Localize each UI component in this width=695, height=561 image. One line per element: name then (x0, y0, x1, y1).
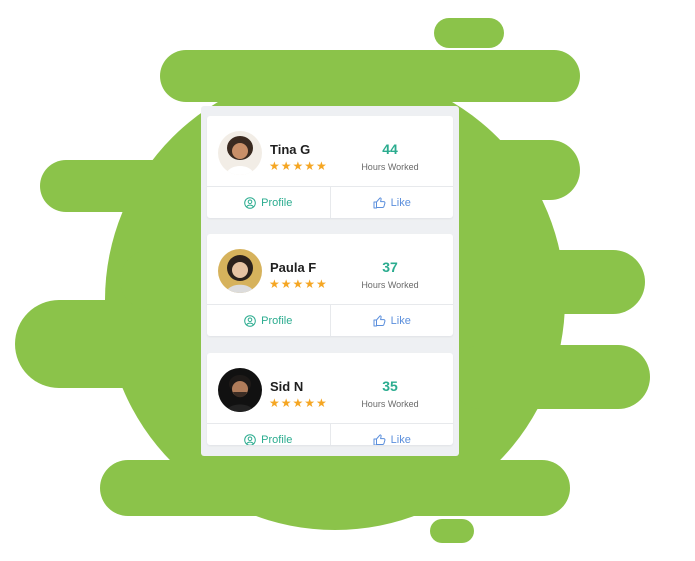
rating-stars: ★★★★★ (269, 159, 328, 173)
hours-worked-value: 44 (382, 141, 398, 157)
hours-worked-label: Hours Worked (361, 280, 419, 290)
thumbs-up-icon (373, 314, 386, 326)
profile-label: Profile (261, 314, 293, 327)
hours-worked-value: 37 (382, 259, 398, 275)
hours-worked-label: Hours Worked (361, 162, 419, 172)
profile-button[interactable]: Profile (207, 424, 330, 445)
like-label: Like (390, 433, 411, 446)
avatar (218, 368, 262, 412)
like-label: Like (390, 196, 411, 209)
rating-stars: ★★★★★ (269, 277, 328, 291)
worker-card: Sid N ★★★★★ 35 Hours Worked Profile Like (207, 353, 453, 445)
profile-label: Profile (261, 196, 293, 209)
user-circle-icon (244, 314, 256, 327)
profile-label: Profile (261, 433, 293, 446)
hours-worked-value: 35 (382, 378, 398, 394)
thumbs-up-icon (373, 196, 386, 208)
worker-name: Tina G (270, 142, 311, 157)
user-circle-icon (244, 196, 256, 209)
avatar (218, 131, 262, 175)
worker-card: Paula F ★★★★★ 37 Hours Worked Profile Li… (207, 234, 453, 336)
rating-stars: ★★★★★ (269, 396, 328, 410)
worker-card: Tina G ★★★★★ 44 Hours Worked Profile Lik… (207, 116, 453, 218)
like-button[interactable]: Like (329, 424, 454, 446)
like-button[interactable]: Like (329, 187, 454, 218)
user-circle-icon (244, 433, 256, 445)
like-label: Like (390, 314, 411, 327)
profile-button[interactable]: Profile (207, 305, 330, 336)
hours-worked-label: Hours Worked (361, 399, 419, 409)
worker-name: Paula F (270, 260, 317, 275)
avatar (218, 249, 262, 293)
profile-button[interactable]: Profile (207, 187, 330, 218)
worker-name: Sid N (270, 379, 304, 394)
worker-list-panel: Tina G ★★★★★ 44 Hours Worked Profile Lik… (201, 106, 459, 456)
thumbs-up-icon (373, 433, 386, 445)
like-button[interactable]: Like (329, 305, 454, 336)
